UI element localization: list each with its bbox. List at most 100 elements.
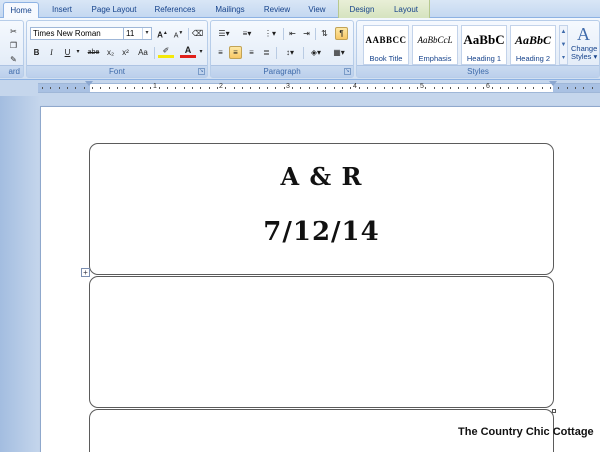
- underline-dropdown-icon[interactable]: ▾: [74, 46, 82, 59]
- strikethrough-button[interactable]: abe: [85, 46, 102, 59]
- style-book-title[interactable]: AABBCC Book Title: [363, 25, 409, 65]
- tab-layout[interactable]: Layout: [386, 2, 426, 18]
- bold-button[interactable]: B: [30, 46, 43, 59]
- ruler-tick: [425, 87, 426, 89]
- ruler-tick: [442, 87, 443, 89]
- font-group: Times New Roman ▾ 11 ▾ A▲ A▼ ⌫ B I U ▾ a…: [26, 20, 208, 78]
- cut-icon[interactable]: ✂: [7, 25, 20, 38]
- ruler-tick: [84, 87, 85, 89]
- label-cell-2[interactable]: [89, 276, 554, 408]
- styles-gallery-scroll[interactable]: ▲ ▼ ▾: [559, 25, 568, 65]
- shrink-font-button[interactable]: A▼: [172, 27, 185, 40]
- underline-button[interactable]: U: [61, 46, 74, 59]
- borders-icon[interactable]: ▦▾: [329, 46, 349, 59]
- table-move-handle-icon[interactable]: +: [81, 268, 90, 277]
- divider: [315, 28, 316, 40]
- font-size-combo[interactable]: 11 ▾: [123, 27, 152, 40]
- ruler-tick: [325, 87, 326, 89]
- change-styles-button[interactable]: A Change Styles ▾: [571, 23, 600, 61]
- ruler-number: 3: [286, 83, 290, 90]
- subscript-button[interactable]: x₂: [104, 46, 117, 59]
- ruler-tick: [550, 87, 551, 89]
- dialog-launcher-icon[interactable]: ↘: [198, 68, 205, 75]
- chevron-down-icon[interactable]: ▾: [197, 46, 205, 59]
- ruler-area: 1 2 3 4 5 6: [0, 80, 600, 96]
- ruler-tick: [275, 87, 276, 89]
- grow-font-button[interactable]: A▲: [156, 27, 169, 40]
- tab-references[interactable]: References: [146, 2, 204, 18]
- ruler-tick: [125, 87, 126, 89]
- ruler-tick: [200, 87, 201, 89]
- ruler-number: 4: [353, 83, 357, 90]
- multilevel-list-icon[interactable]: ⋮▾: [260, 27, 280, 40]
- divider: [154, 47, 155, 59]
- align-right-icon[interactable]: ≡: [245, 46, 258, 59]
- tab-review[interactable]: Review: [256, 2, 298, 18]
- highlighter-icon: ✐: [162, 46, 170, 55]
- bullets-icon[interactable]: ☰▾: [214, 27, 234, 40]
- ruler-tick: [434, 87, 435, 89]
- ruler-tick: [59, 87, 60, 89]
- align-left-icon[interactable]: ≡: [214, 46, 227, 59]
- first-line-indent-marker[interactable]: [85, 81, 93, 86]
- style-heading-2[interactable]: AaBbC Heading 2: [510, 25, 556, 65]
- paragraph-group-label: Paragraph: [211, 65, 353, 77]
- ruler-tick: [500, 87, 501, 89]
- divider: [188, 28, 189, 40]
- label-date: 7/12/14: [263, 217, 380, 247]
- ruler-tick: [250, 87, 251, 89]
- ruler-tick: [292, 87, 293, 89]
- highlight-color-button[interactable]: ✐: [158, 46, 174, 59]
- ruler-tick: [175, 87, 176, 89]
- tab-page-layout[interactable]: Page Layout: [84, 2, 144, 18]
- decrease-indent-icon[interactable]: ⇤: [286, 27, 299, 40]
- ruler-number: 1: [153, 83, 157, 90]
- ruler-tick: [109, 87, 110, 89]
- increase-indent-icon[interactable]: ⇥: [300, 27, 313, 40]
- clear-formatting-icon[interactable]: ⌫: [191, 27, 204, 40]
- tab-design[interactable]: Design: [340, 2, 384, 18]
- ruler-tick: [334, 87, 335, 89]
- watermark-text: The Country Chic Cottage: [458, 426, 594, 438]
- sort-icon[interactable]: ⇅: [318, 27, 331, 40]
- ruler-tick: [384, 87, 385, 89]
- italic-button[interactable]: I: [45, 46, 58, 59]
- ruler-tick: [167, 87, 168, 89]
- change-case-button[interactable]: Aa: [135, 46, 151, 59]
- horizontal-ruler[interactable]: 1 2 3 4 5 6: [38, 81, 600, 93]
- show-formatting-button[interactable]: ¶: [335, 27, 348, 40]
- align-center-icon[interactable]: ≡: [229, 46, 242, 59]
- table-resize-handle[interactable]: [552, 409, 556, 413]
- ruler-tick: [67, 87, 68, 89]
- numbering-icon[interactable]: ≡▾: [237, 27, 257, 40]
- dialog-launcher-icon[interactable]: ↘: [344, 68, 351, 75]
- ruler-tick: [558, 87, 559, 89]
- superscript-button[interactable]: x²: [119, 46, 132, 59]
- line-spacing-icon[interactable]: ↕▾: [280, 46, 300, 59]
- ruler-tick: [92, 87, 93, 89]
- tab-home[interactable]: Home: [3, 2, 39, 18]
- ruler-tick: [309, 87, 310, 89]
- shading-icon[interactable]: ◈▾: [306, 46, 326, 59]
- ruler-tick: [217, 87, 218, 89]
- style-emphasis[interactable]: AaBbCcL Emphasis: [412, 25, 458, 65]
- style-heading-1[interactable]: AaBbC Heading 1: [461, 25, 507, 65]
- tab-view[interactable]: View: [300, 2, 334, 18]
- highlight-color-bar: [158, 55, 174, 58]
- ruler-tick: [317, 87, 318, 89]
- chevron-down-icon[interactable]: ▾: [142, 28, 151, 39]
- font-color-bar: [180, 55, 196, 58]
- font-name-value: Times New Roman: [33, 29, 101, 38]
- ruler-tick: [467, 87, 468, 89]
- ruler-tick: [575, 87, 576, 89]
- copy-icon[interactable]: ❐: [7, 39, 20, 52]
- ruler-tick: [592, 87, 593, 89]
- right-indent-marker[interactable]: [549, 81, 557, 86]
- font-color-button[interactable]: A: [180, 46, 196, 59]
- tab-insert[interactable]: Insert: [42, 2, 82, 18]
- tab-mailings[interactable]: Mailings: [206, 2, 254, 18]
- ribbon-tab-row: Home Insert Page Layout References Maili…: [0, 0, 600, 18]
- label-cell-1[interactable]: A & R 7/12/14: [89, 143, 554, 275]
- justify-icon[interactable]: ≣: [260, 46, 273, 59]
- ruler-tick: [284, 87, 285, 89]
